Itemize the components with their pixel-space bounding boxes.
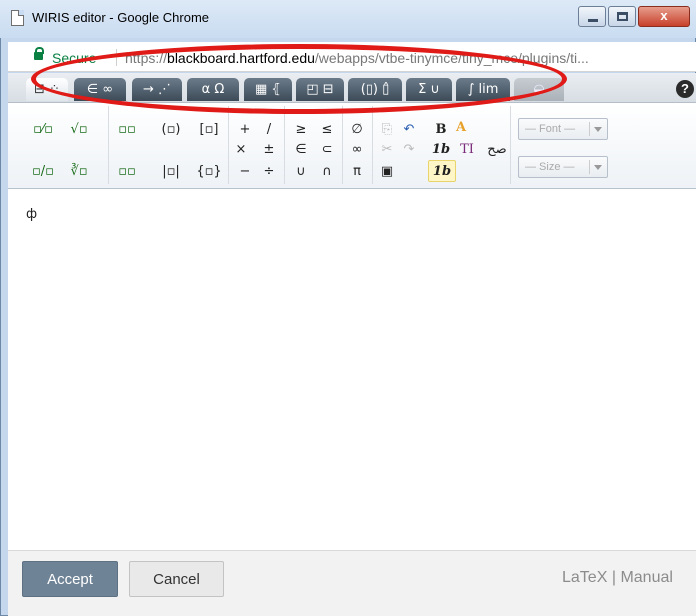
plusminus-button[interactable]: ± [254,138,284,160]
fraction-button[interactable]: ▫⁄▫ [28,118,58,140]
slash-button[interactable]: / [254,118,284,140]
footer-links: LaTeX | Manual [562,569,673,587]
manual-link[interactable]: Manual [620,569,672,586]
tab-symbols[interactable]: ∈ ∞ [74,78,126,101]
infinity-button[interactable]: ∞ [342,138,372,160]
tab-decorations[interactable]: (▯) ▯̂ [348,78,402,101]
undo-button[interactable]: ↶ [394,118,424,140]
secure-label: Secure [52,50,97,66]
text-color-button[interactable]: A [452,116,470,138]
bevelled-fraction-button[interactable]: ▫/▫ [28,160,58,182]
size-select[interactable]: — Size — [518,156,608,178]
divide-button[interactable]: ÷ [254,160,284,182]
tab-greek[interactable]: α Ω [187,78,239,101]
window-titlebar[interactable]: WIRIS editor - Google Chrome x [0,0,696,38]
minimize-button[interactable] [578,6,606,27]
size-select-label: — Size — [525,161,575,173]
window-title: WIRIS editor - Google Chrome [32,10,210,25]
absolute-value-button[interactable]: |▫| [156,160,186,182]
times-button[interactable]: × [226,138,256,160]
tab-scripts[interactable]: ◰ ⊟ [296,78,344,101]
close-button[interactable]: x [638,6,690,27]
text-mode-button[interactable]: TI [452,138,482,160]
help-icon[interactable]: ? [676,80,694,98]
lock-icon [34,47,44,60]
latex-link[interactable]: LaTeX [562,569,607,586]
tab-templates[interactable]: ⊟ ⁘ [26,78,68,101]
subset-button[interactable]: ⊂ [312,138,342,160]
upright-1b-button[interactable]: 1b [428,160,456,182]
tab-chemistry[interactable]: ◒ [514,78,564,101]
close-icon: x [660,8,668,23]
font-select-label: — Font — [525,123,576,135]
leq-button[interactable]: ≤ [312,118,342,140]
chevron-down-icon [594,127,602,132]
tab-big-operators[interactable]: Σ ∪ [406,78,452,101]
maximize-button[interactable] [608,6,636,27]
cancel-button[interactable]: Cancel [129,561,224,597]
nth-root-button[interactable]: ∛▫ [64,160,94,182]
chevron-down-icon [594,165,602,170]
url-path: /webapps/vtbe-tinymce/tiny_mce/plugins/t… [314,50,589,66]
address-separator [116,49,117,66]
font-select[interactable]: — Font — [518,118,608,140]
tab-calculus[interactable]: ∫ lim [456,78,510,101]
rtl-button[interactable]: ﺻﺢ [482,138,512,160]
subscript-button[interactable]: ▫▫ [112,160,142,182]
minimize-icon [588,19,598,22]
page-icon [11,10,24,26]
pi-button[interactable]: π [342,160,372,182]
maximize-icon [617,12,628,21]
toolbar-divider [108,106,109,184]
tab-arrows[interactable]: → ⋰ [132,78,182,101]
url-text[interactable]: https://blackboard.hartford.edu/webapps/… [125,50,589,66]
tab-matrices[interactable]: ▦ ⦃ [244,78,292,101]
intersection-button[interactable]: ∩ [312,160,342,182]
superscript-button[interactable]: ▫▫ [112,118,142,140]
redo-button[interactable]: ↷ [394,138,424,160]
braces-button[interactable]: {▫} [194,160,224,182]
brackets-button[interactable]: [▫] [194,118,224,140]
url-scheme: https:// [125,50,168,66]
formula-caret[interactable]: ф [26,207,37,222]
parentheses-button[interactable]: (▫) [156,118,186,140]
footer-link-separator: | [611,569,616,586]
paste-button[interactable]: ▣ [372,160,402,182]
emptyset-button[interactable]: ∅ [342,118,372,140]
toolbar-divider [284,106,285,184]
accept-button[interactable]: Accept [22,561,118,597]
address-bar[interactable]: Secure https://blackboard.hartford.edu/w… [8,42,696,72]
sqrt-button[interactable]: √▫ [64,118,94,140]
url-host: blackboard.hartford.edu [167,50,315,66]
